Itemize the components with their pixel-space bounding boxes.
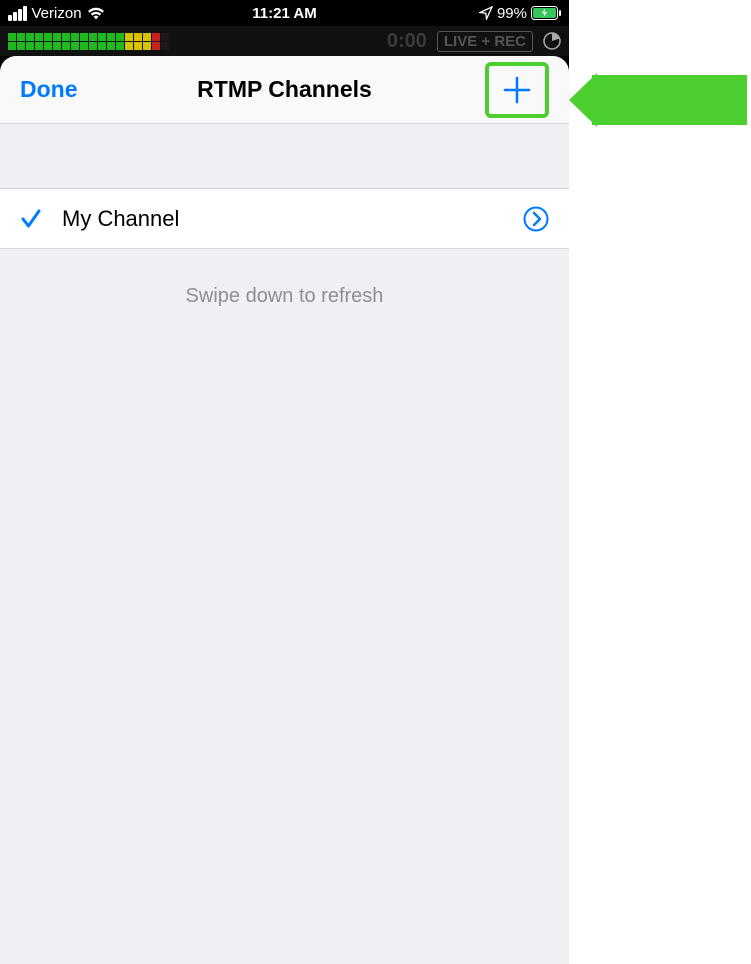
nav-bar: Done RTMP Channels bbox=[0, 56, 569, 124]
add-channel-button[interactable] bbox=[503, 76, 531, 104]
plus-icon bbox=[503, 76, 531, 104]
signal-bars-icon bbox=[8, 6, 27, 21]
add-button-highlight bbox=[485, 62, 549, 118]
channel-detail-button[interactable] bbox=[523, 206, 549, 232]
status-time: 11:21 AM bbox=[252, 5, 316, 22]
live-rec-badge: LIVE + REC bbox=[437, 31, 533, 52]
refresh-hint: Swipe down to refresh bbox=[0, 249, 569, 308]
level-meter bbox=[8, 33, 169, 50]
list-header-spacer bbox=[0, 124, 569, 189]
status-bar: Verizon 11:21 AM 99% bbox=[0, 0, 569, 26]
battery-charging-icon bbox=[531, 6, 561, 20]
channel-name-label: My Channel bbox=[62, 206, 523, 232]
rec-timer: 0:00 bbox=[387, 30, 427, 53]
location-icon bbox=[479, 6, 493, 20]
battery-percent: 99% bbox=[497, 5, 527, 22]
status-left: Verizon bbox=[8, 5, 105, 22]
checkmark-icon bbox=[20, 208, 42, 230]
recording-bar: 0:00 LIVE + REC bbox=[0, 26, 569, 56]
storage-pie-icon bbox=[543, 32, 561, 50]
channel-row[interactable]: My Channel bbox=[0, 189, 569, 249]
phone-frame: Verizon 11:21 AM 99% 0:00 LIVE + REC bbox=[0, 0, 569, 964]
content-area[interactable]: My Channel Swipe down to refresh bbox=[0, 124, 569, 964]
chevron-right-circle-icon bbox=[523, 206, 549, 232]
wifi-icon bbox=[87, 7, 105, 20]
carrier-label: Verizon bbox=[32, 5, 82, 22]
page-title: RTMP Channels bbox=[197, 76, 372, 103]
callout-arrow bbox=[592, 75, 747, 125]
status-right: 99% bbox=[479, 5, 561, 22]
done-button[interactable]: Done bbox=[20, 76, 78, 103]
